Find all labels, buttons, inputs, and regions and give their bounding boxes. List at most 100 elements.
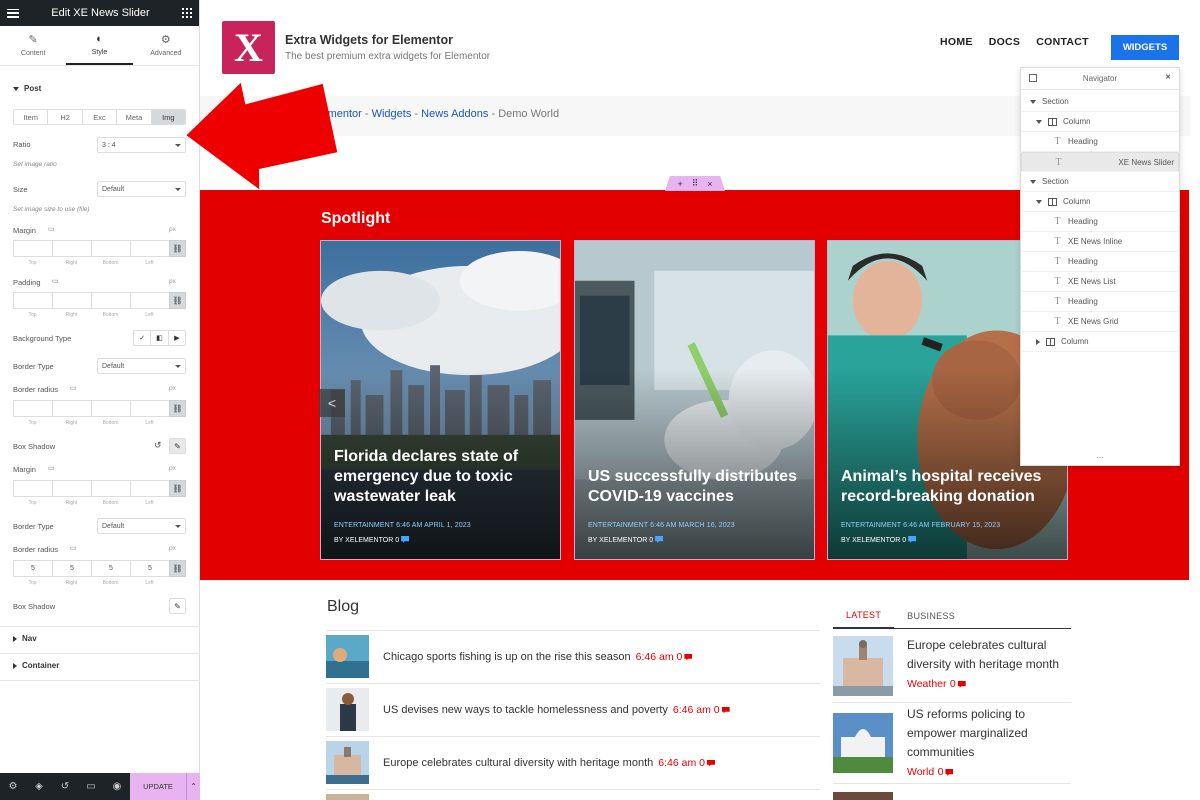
slider-prev-button[interactable]: < [319,389,345,417]
collapse-all-icon[interactable] [1029,74,1037,82]
tab-business[interactable]: BUSINESS [894,603,968,629]
layers-icon[interactable]: ◈ [26,773,52,800]
margin2-top-input[interactable] [13,480,52,497]
subtab-meta[interactable]: Meta [117,110,152,124]
margin-bottom-input[interactable] [91,240,130,257]
settings-icon[interactable]: ⚙ [0,773,26,800]
post-title[interactable]: Europe celebrates cultural diversity wit… [383,757,653,769]
drag-icon[interactable]: ⠿ [692,178,699,189]
link-icon[interactable]: ⛓ [169,292,186,309]
navigator-item-xe-news-slider[interactable]: T XE News Slider [1021,152,1179,172]
unit-label[interactable]: px [169,545,176,552]
resize-handle-icon[interactable]: ··· [1021,454,1179,465]
site-brand[interactable]: Extra Widgets for Elementor [285,33,453,47]
nav-home[interactable]: HOME [940,36,973,48]
navigator-item-column[interactable]: Column [1021,112,1179,132]
navigator-header[interactable]: Navigator × [1021,68,1179,90]
radius2-bottom-input[interactable]: 5 [91,560,130,577]
margin2-left-input[interactable] [130,480,169,497]
tab-advanced[interactable]: ⚙ Advanced [133,26,199,65]
tab-content[interactable]: ✎ Content [0,26,66,65]
list-item[interactable]: Europe celebrates cultural diversity wit… [326,741,715,784]
section-container[interactable]: Container [13,661,59,670]
tab-style[interactable]: ◐ Style [66,26,133,65]
radius-bottom-input[interactable] [91,400,130,417]
subtab-item[interactable]: Item [14,110,49,124]
side-post-title[interactable]: Europe celebrates cultural diversity wit… [907,638,1059,671]
desktop-icon[interactable]: ▭ [70,384,77,392]
tab-latest[interactable]: LATEST [833,603,895,629]
menu-icon[interactable] [7,8,19,18]
margin-right-input[interactable] [52,240,91,257]
navigator-item-column[interactable]: Column [1021,192,1179,212]
update-button[interactable]: UPDATE [130,773,186,800]
widgets-grid-icon[interactable] [182,8,192,18]
radius-left-input[interactable] [130,400,169,417]
reset-icon[interactable]: ↺ [154,440,162,451]
margin-top-input[interactable] [13,240,52,257]
link-icon[interactable]: ⛓ [169,560,186,577]
navigator-item-xe-news-list[interactable]: T XE News List [1021,272,1179,292]
subtab-h2[interactable]: H2 [48,110,83,124]
navigator-item-heading[interactable]: T Heading [1021,252,1179,272]
padding-bottom-input[interactable] [91,292,130,309]
navigator-item-heading[interactable]: T Heading [1021,212,1179,232]
unit-label[interactable]: px [169,226,176,233]
navigator-item-section[interactable]: Section [1021,172,1179,192]
border-type-select[interactable]: Default [97,358,186,374]
post-title[interactable]: US devises new ways to tackle homelessne… [383,704,668,716]
padding-left-input[interactable] [130,292,169,309]
card-title[interactable]: US successfully distributes COVID-19 vac… [588,467,798,507]
section-handle[interactable]: + ⠿ × [665,176,725,191]
padding-top-input[interactable] [13,292,52,309]
border-type2-select[interactable]: Default [97,518,186,534]
card-title[interactable]: Animal’s hospital receives record-breaki… [841,467,1051,507]
responsive-icon[interactable]: ▭ [78,773,104,800]
padding-right-input[interactable] [52,292,91,309]
desktop-icon[interactable]: ▭ [52,277,59,285]
close-icon[interactable]: × [1165,72,1171,83]
section-nav[interactable]: Nav [13,634,37,643]
section-post[interactable]: Post [13,84,41,93]
list-item[interactable]: US devises new ways to tackle homelessne… [326,688,730,731]
side-list-item[interactable]: Europe celebrates cultural diversity wit… [833,636,1071,696]
side-post-category[interactable]: World [907,766,934,778]
breadcrumb-link[interactable]: News Addons [421,108,488,120]
desktop-icon[interactable]: ▭ [70,544,77,552]
close-icon[interactable]: × [707,179,712,189]
side-post-category[interactable]: Weather [907,678,947,690]
slider-card[interactable]: US successfully distributes COVID-19 vac… [574,240,815,560]
gradient-icon[interactable]: ◧ [151,331,169,345]
video-icon[interactable]: ▶ [169,331,185,345]
radius2-top-input[interactable]: 5 [13,560,52,577]
margin2-right-input[interactable] [52,480,91,497]
navigator-item-xe-news-grid[interactable]: T XE News Grid [1021,312,1179,332]
site-logo[interactable]: X [222,21,275,74]
post-title[interactable]: Chicago sports fishing is up on the rise… [383,651,631,663]
link-icon[interactable]: ⛓ [169,240,186,257]
link-icon[interactable]: ⛓ [169,480,186,497]
side-list-item[interactable]: US reforms policing to empower marginali… [833,705,1071,778]
box-shadow-edit-button[interactable]: ✎ [169,438,186,454]
margin2-bottom-input[interactable] [91,480,130,497]
history-icon[interactable]: ↺ [52,773,78,800]
slider-card[interactable]: Florida declares state of emergency due … [320,240,561,560]
nav-docs[interactable]: DOCS [989,36,1021,48]
breadcrumb-link[interactable]: Widgets [372,108,412,120]
unit-label[interactable]: px [169,465,176,472]
side-post-title[interactable]: US reforms policing to empower marginali… [907,707,1028,759]
brush-icon[interactable]: ✓ [134,331,152,345]
radius-right-input[interactable] [52,400,91,417]
unit-label[interactable]: px [169,385,176,392]
navigator-item-column[interactable]: Column [1021,332,1179,352]
card-title[interactable]: Florida declares state of emergency due … [334,447,544,507]
widgets-button[interactable]: WIDGETS [1111,35,1179,60]
unit-label[interactable]: px [169,278,176,285]
navigator-item-heading[interactable]: T Heading [1021,292,1179,312]
radius2-right-input[interactable]: 5 [52,560,91,577]
list-item[interactable]: Chicago sports fishing is up on the rise… [326,635,693,678]
navigator-item-xe-news-inline[interactable]: T XE News Inline [1021,232,1179,252]
navigator-item-section[interactable]: Section [1021,92,1179,112]
radius2-left-input[interactable]: 5 [130,560,169,577]
chevron-up-icon[interactable]: ⌃ [186,773,200,800]
